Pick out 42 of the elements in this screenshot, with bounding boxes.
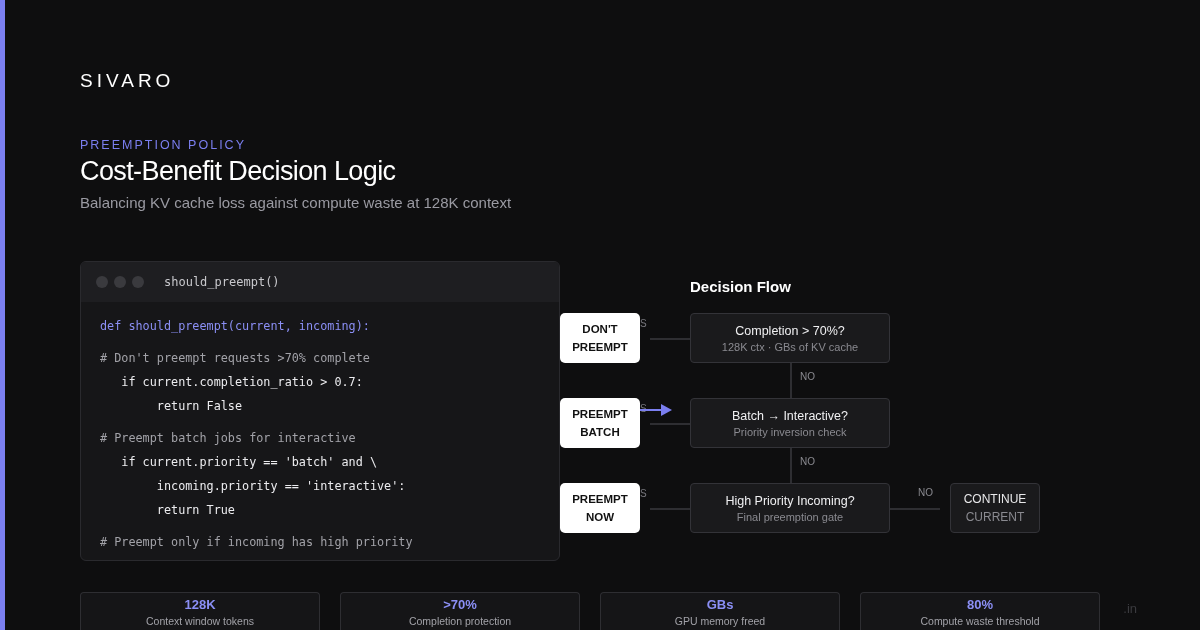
outcome-box: PREEMPT BATCH <box>560 398 640 448</box>
stat-value: 80% <box>967 597 993 612</box>
yes-label: S <box>640 488 647 500</box>
code-line: if current.completion_ratio > 0.7: <box>120 374 363 391</box>
code-title: should_preempt() <box>164 275 280 289</box>
stat-value: GBs <box>706 597 734 612</box>
stat-value: >70% <box>443 597 477 612</box>
code-line: # Preempt only if incoming has high priority <box>100 534 413 551</box>
decision-detail: Final preemption gate <box>736 510 844 523</box>
outcome-box: DON'T PREEMPT <box>560 313 640 363</box>
page-subtitle: Balancing KV cache loss against compute waste at 128K context <box>80 193 513 213</box>
no-label: NO <box>918 487 933 498</box>
code-line: return False <box>155 398 243 415</box>
decision-detail: Priority inversion check <box>733 425 847 438</box>
no-label: NO <box>800 371 815 382</box>
yes-label: S <box>640 318 647 330</box>
decision-question: High Priority Incoming? <box>725 493 855 508</box>
no-label: NO <box>800 456 815 467</box>
window-dot <box>96 276 108 288</box>
stat-value: 128K <box>184 597 216 612</box>
window-dot <box>114 276 126 288</box>
decision-detail: 128K ctx · GBs of KV cache <box>721 340 859 353</box>
continue-label: CONTINUE <box>963 492 1027 506</box>
stat-label: Compute waste threshold <box>920 615 1040 627</box>
eyebrow-label: PREEMPTION POLICY <box>80 137 247 153</box>
code-line: # Don't preempt requests >70% complete <box>100 350 370 367</box>
flow-title: Decision Flow <box>690 278 791 295</box>
outcome-box: PREEMPT NOW <box>560 483 640 533</box>
code-line: return True <box>155 502 235 519</box>
decision-question: Completion > 70%? <box>735 323 845 338</box>
code-line: incoming.priority == 'interactive': <box>155 478 406 495</box>
decision-question: Batch → Interactive? <box>732 408 848 423</box>
page-title: Cost-Benefit Decision Logic <box>80 155 397 187</box>
stat-label: Context window tokens <box>146 615 254 627</box>
code-line: # Preempt batch jobs for interactive <box>100 430 356 447</box>
stat-label: GPU memory freed <box>674 615 766 627</box>
window-dot <box>132 276 144 288</box>
stat-label: Completion protection <box>408 615 512 627</box>
brand-logo: SIVARO <box>80 70 176 92</box>
continue-sublabel: CURRENT <box>965 510 1025 524</box>
code-line: def should_preempt(current, incoming): <box>100 318 370 335</box>
code-line: if current.priority == 'batch' and \ <box>120 454 377 471</box>
